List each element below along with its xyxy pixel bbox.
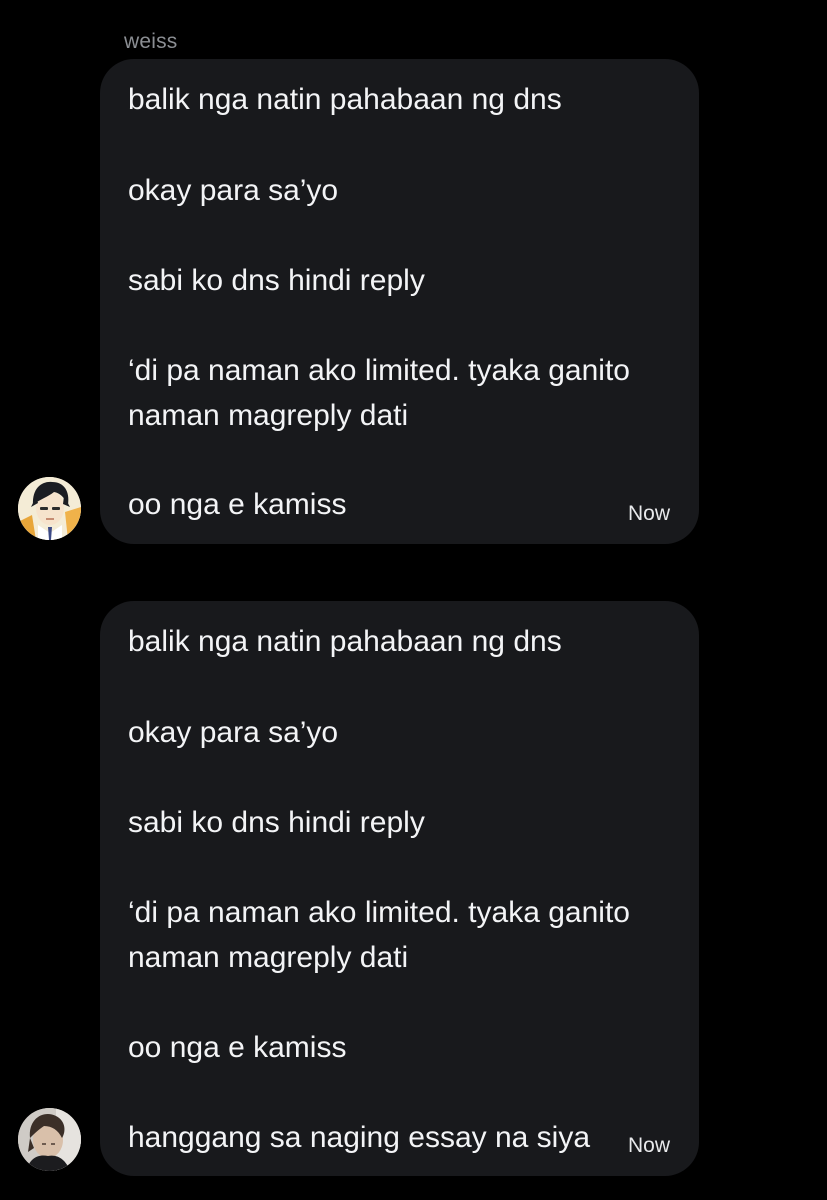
- message-timestamp: Now: [627, 502, 670, 525]
- message-line: ‘di pa naman ako limited. tyaka ganito: [128, 896, 630, 929]
- message-timestamp: Now: [627, 1134, 670, 1157]
- message-line: sabi ko dns hindi reply: [128, 806, 425, 839]
- message-line: naman magreply dati: [128, 399, 409, 432]
- message-bubble[interactable]: balik nga natin pahabaan ng dns okay par…: [100, 601, 699, 1176]
- profile-photo-avatar-icon[interactable]: [18, 1108, 81, 1171]
- message-line: okay para sa’yo: [128, 174, 339, 207]
- anime-character-avatar-icon[interactable]: [18, 477, 81, 540]
- message-line: naman magreply dati: [128, 941, 409, 974]
- message-line: balik nga natin pahabaan ng dns: [128, 83, 562, 116]
- message-line: okay para sa’yo: [128, 716, 339, 749]
- message-line: balik nga natin pahabaan ng dns: [128, 625, 562, 658]
- message-line: ‘di pa naman ako limited. tyaka ganito: [128, 354, 630, 387]
- message-line: sabi ko dns hindi reply: [128, 264, 425, 297]
- sender-name: weiss: [124, 30, 178, 53]
- message-bubble[interactable]: balik nga natin pahabaan ng dns okay par…: [100, 59, 699, 544]
- message-line: oo nga e kamiss: [128, 488, 347, 521]
- message-line: hanggang sa naging essay na siya: [128, 1121, 591, 1154]
- message-line: oo nga e kamiss: [128, 1031, 347, 1064]
